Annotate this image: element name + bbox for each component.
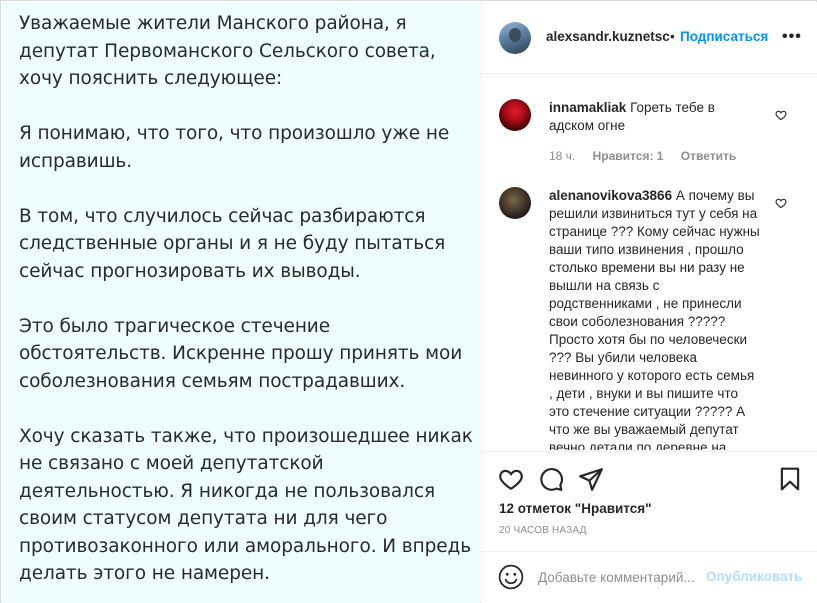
commenter-avatar[interactable] xyxy=(499,187,531,219)
like-comment-heart-icon[interactable] xyxy=(775,197,787,209)
comment-bubble-icon[interactable] xyxy=(538,466,564,492)
post-paragraph: В том, что случилось сейчас разбираются … xyxy=(19,205,446,282)
author-avatar[interactable] xyxy=(499,22,531,54)
like-comment-heart-icon[interactable] xyxy=(775,109,787,121)
comment-username[interactable]: alenanovikova3866 xyxy=(549,188,672,203)
publish-button[interactable]: Опубликовать xyxy=(706,569,802,584)
comment-text-block: innamakliak Гореть тебе в адском огне xyxy=(549,99,761,135)
separator-dot: • xyxy=(670,29,675,44)
commenter-avatar[interactable] xyxy=(499,99,531,131)
comment-meta: 18 ч. Нравится: 1 Ответить xyxy=(549,149,750,163)
likes-count[interactable]: 12 отметок "Нравится" xyxy=(499,501,652,516)
share-send-icon[interactable] xyxy=(578,466,604,492)
comment-input[interactable] xyxy=(538,567,703,587)
post-paragraph: Уважаемые жители Манского района, я депу… xyxy=(19,13,436,89)
comment-text-block: alenanovikova3866 А почему вы решили изв… xyxy=(549,187,761,450)
post-time[interactable]: 20 ЧАСОВ НАЗАД xyxy=(499,525,587,536)
emoji-icon[interactable] xyxy=(498,564,524,590)
post-actions: 12 отметок "Нравится" 20 ЧАСОВ НАЗАД Опу… xyxy=(482,451,817,601)
comments-panel: alexsandr.kuznetsc • Подписаться ••• inn… xyxy=(481,2,817,603)
post-header: alexsandr.kuznetsc • Подписаться ••• xyxy=(482,2,817,74)
comment-likes[interactable]: Нравится: 1 xyxy=(593,149,664,163)
comments-list[interactable]: innamakliak Гореть тебе в адском огне 18… xyxy=(482,75,817,450)
post-paragraph: Хочу сказать также, что произошедшее ник… xyxy=(19,425,473,585)
author-username[interactable]: alexsandr.kuznetsc xyxy=(546,29,670,44)
comment-time[interactable]: 18 ч. xyxy=(549,149,575,163)
save-bookmark-icon[interactable] xyxy=(777,466,803,492)
more-options-icon[interactable]: ••• xyxy=(782,28,802,48)
post-paragraph: Я понимаю, что того, что произошло уже н… xyxy=(19,123,450,172)
post-image: Уважаемые жители Манского района, я депу… xyxy=(2,2,480,603)
post-text: Уважаемые жители Манского района, я депу… xyxy=(19,10,475,588)
like-heart-icon[interactable] xyxy=(498,466,524,492)
post-paragraph: Это было трагическое стечение обстоятель… xyxy=(19,315,463,392)
comment-composer: Опубликовать xyxy=(482,551,817,601)
follow-button[interactable]: Подписаться xyxy=(680,29,768,44)
comment-text: А почему вы решили извиниться тут у себя… xyxy=(549,188,760,450)
reply-button[interactable]: Ответить xyxy=(681,149,736,163)
comment-username[interactable]: innamakliak xyxy=(549,100,626,115)
post-modal: Уважаемые жители Манского района, я депу… xyxy=(0,0,817,603)
